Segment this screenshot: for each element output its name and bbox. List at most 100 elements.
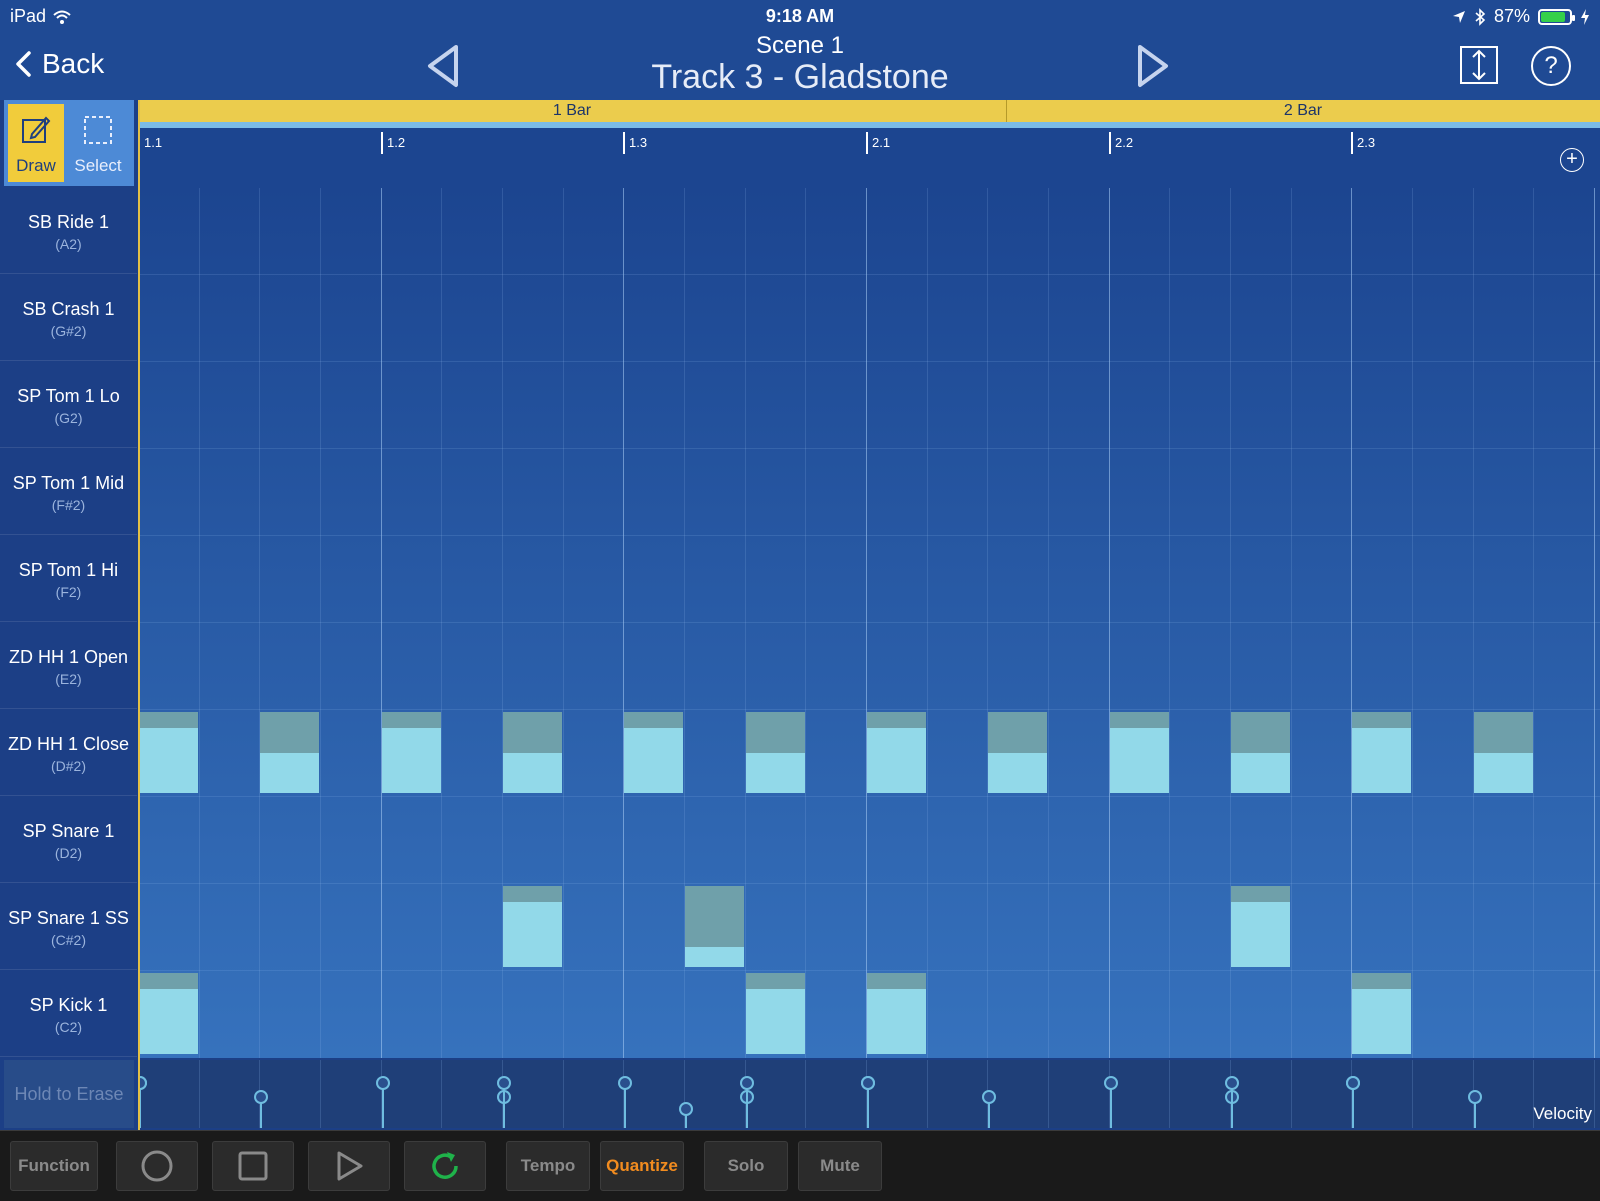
note-velocity-fill [746,752,805,793]
instrument-row[interactable]: SB Crash 1 (G#2) [0,275,137,361]
instrument-row[interactable]: ZD HH 1 Close (D#2) [0,710,137,796]
grid-row-line [138,448,1600,449]
instrument-row[interactable]: SP Tom 1 Lo (G2) [0,362,137,448]
note-block[interactable] [260,712,319,793]
scene-title: Scene 1 [755,32,845,59]
note-block[interactable] [503,712,562,793]
instrument-note: (F#2) [51,497,86,513]
bar-strip: 1 Bar 2 Bar [138,100,1600,122]
select-tool-button[interactable]: Select [70,104,126,182]
draw-tool-button[interactable]: Draw [8,104,64,182]
note-block[interactable] [1474,712,1533,793]
instrument-row[interactable]: SP Tom 1 Mid (F#2) [0,449,137,535]
mute-button[interactable]: Mute [798,1141,882,1191]
velocity-handle[interactable] [254,1090,268,1104]
note-block[interactable] [746,973,805,1054]
note-block[interactable] [139,973,198,1054]
beat-ruler[interactable]: + 1.1 1.2 1.3 2.1 2.2 2.3 [138,122,1600,188]
velocity-grid-line [805,1060,806,1128]
instrument-name: SP Tom 1 Lo [17,386,120,406]
grid-line [1533,188,1534,1058]
grid-line [927,188,928,1058]
track-title: Track 3 - Gladstone [651,58,949,96]
note-block[interactable] [1352,712,1411,793]
grid-line [866,188,867,1058]
velocity-handle[interactable] [1225,1075,1239,1090]
note-block[interactable] [685,886,744,967]
grid-row-line [138,361,1600,362]
note-velocity-fill [139,728,198,793]
note-velocity-fill [503,902,562,967]
velocity-handle[interactable] [1346,1075,1360,1090]
note-block[interactable] [1231,886,1290,967]
note-velocity-fill [685,946,744,967]
record-button[interactable] [116,1141,198,1191]
velocity-handle[interactable] [1104,1075,1118,1090]
instrument-name: SB Crash 1 [22,299,115,319]
charging-icon [1581,8,1589,25]
velocity-handle[interactable] [861,1075,875,1090]
note-block[interactable] [746,712,805,793]
note-block[interactable] [139,712,198,793]
note-block[interactable] [867,712,926,793]
piano-roll-editor: iPad 9:18 AM 87% Back Scene 1 Track 3 - … [0,0,1600,1201]
stop-button[interactable] [212,1141,294,1191]
note-block[interactable] [382,712,441,793]
instrument-note: (D#2) [50,758,86,774]
velocity-grid-line [1048,1060,1049,1128]
note-velocity-fill [746,989,805,1054]
note-velocity-fill [260,752,319,793]
play-button[interactable] [308,1141,390,1191]
quantize-button[interactable]: Quantize [600,1141,684,1191]
note-block[interactable] [1231,712,1290,793]
instrument-row[interactable]: SP Snare 1 (D2) [0,797,137,883]
grid-line [199,188,200,1058]
velocity-handle[interactable] [679,1102,693,1116]
note-block[interactable] [1110,712,1169,793]
add-bar-button[interactable]: + [1560,148,1584,172]
ruler-tick-label: 1.2 [387,135,406,150]
note-block[interactable] [867,973,926,1054]
velocity-handle[interactable] [497,1075,511,1090]
instrument-row[interactable]: SP Tom 1 Hi (F2) [0,536,137,622]
instrument-note: (D2) [54,845,83,861]
help-button[interactable]: ? [1531,46,1571,86]
instrument-row[interactable]: SP Kick 1 (C2) [0,971,137,1057]
note-velocity-fill [1352,728,1411,793]
instrument-name: SP Tom 1 Mid [12,473,125,493]
instrument-note: (C2) [54,1019,83,1035]
hold-to-erase-button[interactable]: Hold to Erase [4,1060,134,1128]
note-block[interactable] [624,712,683,793]
velocity-lane[interactable]: Velocity [138,1060,1600,1128]
velocity-handle[interactable] [1468,1090,1482,1104]
velocity-handle[interactable] [740,1075,754,1090]
next-track-button[interactable] [1136,44,1170,93]
instrument-note: (E2) [55,671,82,687]
tempo-button[interactable]: Tempo [506,1141,590,1191]
velocity-handle[interactable] [982,1090,996,1104]
record-icon [141,1150,173,1182]
instrument-name: SP Kick 1 [29,995,108,1015]
battery-fill [1541,11,1566,22]
note-block[interactable] [503,886,562,967]
function-button[interactable]: Function [10,1141,98,1191]
instrument-note: (F2) [55,584,82,600]
expand-button[interactable] [1460,46,1498,84]
loop-button[interactable] [404,1141,486,1191]
instrument-row[interactable]: SB Ride 1 (A2) [0,188,137,274]
pencil-icon [22,116,51,143]
note-block[interactable] [1352,973,1411,1054]
note-velocity-fill [1231,902,1290,967]
velocity-handle[interactable] [376,1075,390,1090]
velocity-handle[interactable] [618,1075,632,1090]
note-velocity-fill [503,752,562,793]
note-block[interactable] [988,712,1047,793]
instrument-row[interactable]: ZD HH 1 Open (E2) [0,623,137,709]
play-icon [337,1151,363,1181]
note-grid[interactable] [138,188,1600,1058]
instrument-list: SB Ride 1 (A2) SB Crash 1 (G#2) SP Tom 1 Lo (… [0,188,137,1058]
solo-button[interactable]: Solo [704,1141,788,1191]
grid-line [805,188,806,1058]
instrument-row[interactable]: SP Snare 1 SS (C#2) [0,884,137,970]
ruler-tick [1109,132,1111,154]
